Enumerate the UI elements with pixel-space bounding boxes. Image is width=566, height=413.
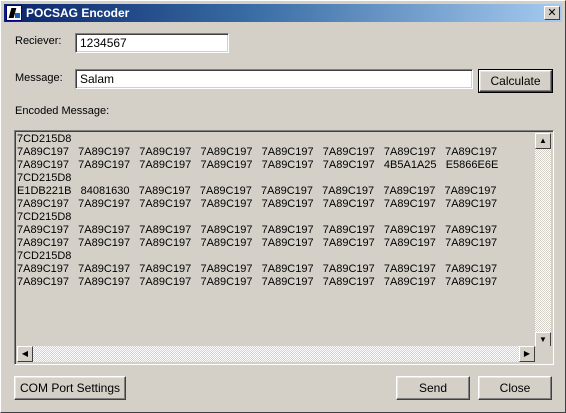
encoded-line: 7CD215D8 bbox=[17, 133, 72, 145]
calculate-button[interactable]: Calculate bbox=[478, 69, 553, 93]
scroll-up-icon[interactable]: ▲ bbox=[535, 133, 551, 149]
com-port-settings-button[interactable]: COM Port Settings bbox=[14, 376, 126, 400]
encoded-line: 7A89C197 7A89C197 7A89C197 7A89C197 7A89… bbox=[17, 146, 498, 158]
message-label: Message: bbox=[15, 72, 63, 84]
encoded-line: 7A89C197 7A89C197 7A89C197 7A89C197 7A89… bbox=[17, 237, 498, 249]
window-title: POCSAG Encoder bbox=[26, 6, 130, 20]
title-bar[interactable]: POCSAG Encoder ✕ bbox=[4, 4, 562, 22]
encoded-line: 7A89C197 7A89C197 7A89C197 7A89C197 7A89… bbox=[17, 263, 498, 275]
encoded-line: 7CD215D8 bbox=[17, 211, 72, 223]
horizontal-scrollbar[interactable]: ◀ ▶ bbox=[17, 346, 535, 362]
scroll-left-icon[interactable]: ◀ bbox=[17, 346, 33, 362]
encoded-line: 7A89C197 7A89C197 7A89C197 7A89C197 7A89… bbox=[17, 159, 499, 171]
vertical-scrollbar[interactable]: ▲ ▼ bbox=[535, 133, 551, 348]
scroll-corner bbox=[535, 346, 551, 362]
encoded-message-text: 7CD215D8 7A89C197 7A89C197 7A89C197 7A89C… bbox=[17, 133, 535, 348]
encoded-line: 7A89C197 7A89C197 7A89C197 7A89C197 7A89… bbox=[17, 224, 498, 236]
receiver-label: Reciever: bbox=[15, 35, 62, 47]
send-button[interactable]: Send bbox=[396, 376, 470, 400]
scroll-right-icon[interactable]: ▶ bbox=[519, 346, 535, 362]
encoded-line: E1DB221B 84081630 7A89C197 7A89C197 7A89… bbox=[17, 185, 497, 197]
encoded-message-label: Encoded Message: bbox=[15, 105, 110, 117]
close-window-button[interactable]: ✕ bbox=[544, 6, 560, 20]
receiver-input[interactable] bbox=[75, 33, 229, 53]
encoded-message-box[interactable]: 7CD215D8 7A89C197 7A89C197 7A89C197 7A89C… bbox=[14, 130, 554, 365]
message-input[interactable] bbox=[75, 69, 473, 89]
encoded-line: 7A89C197 7A89C197 7A89C197 7A89C197 7A89… bbox=[17, 198, 498, 210]
pocsag-app-icon[interactable] bbox=[6, 5, 22, 21]
encoded-line: 7A89C197 7A89C197 7A89C197 7A89C197 7A89… bbox=[17, 276, 498, 288]
encoded-line: 7CD215D8 bbox=[17, 250, 72, 262]
pocsag-encoder-window: POCSAG Encoder ✕ Reciever: Message: Calc… bbox=[0, 0, 566, 413]
close-button[interactable]: Close bbox=[478, 376, 552, 400]
encoded-line: 7CD215D8 bbox=[17, 172, 72, 184]
